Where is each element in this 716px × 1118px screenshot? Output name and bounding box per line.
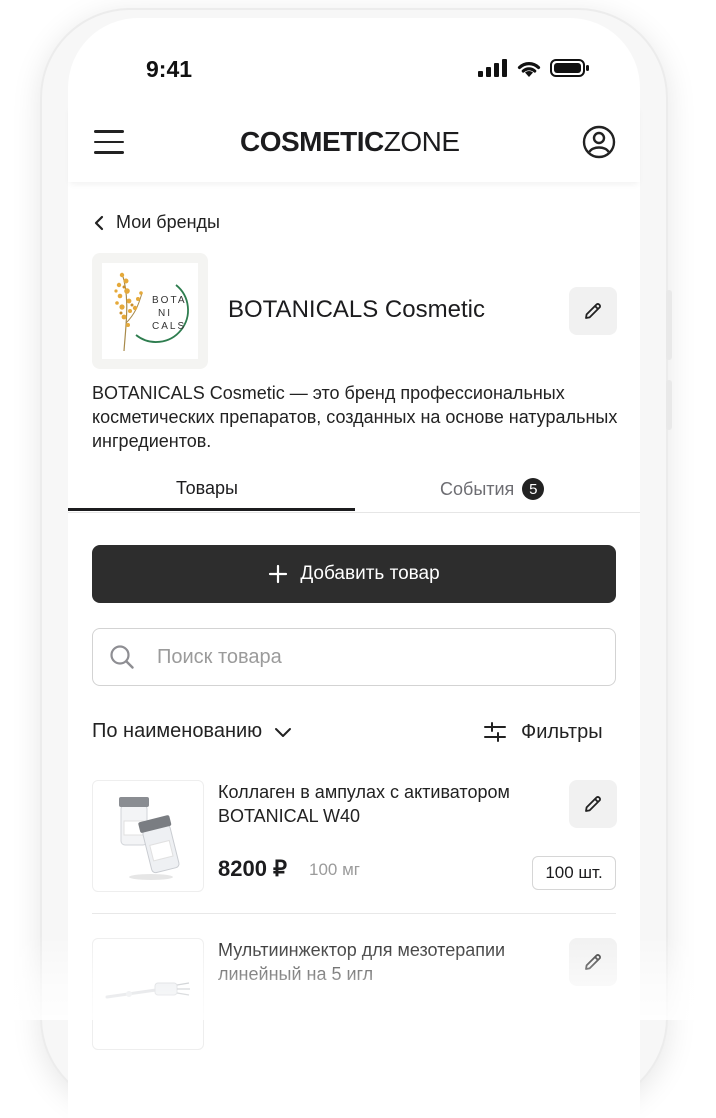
tab-events-label: События bbox=[440, 478, 515, 499]
product-divider bbox=[92, 913, 616, 914]
product-name: Мультиинжектор для мезотерапии линейный … bbox=[218, 940, 506, 984]
product-item[interactable]: Коллаген в ампулах с активатором BOTANIC… bbox=[92, 780, 616, 892]
profile-icon[interactable] bbox=[582, 125, 616, 159]
logo-bold-text: COSMETIC bbox=[240, 126, 384, 157]
search-icon bbox=[110, 645, 134, 669]
chevron-down-icon bbox=[275, 727, 292, 737]
events-count-badge: 5 bbox=[522, 478, 545, 500]
ampoule-vials-image bbox=[119, 797, 180, 880]
pencil-icon bbox=[585, 303, 601, 319]
product-item[interactable]: Мультиинжектор для мезотерапии линейный … bbox=[92, 938, 616, 1050]
back-link-label: Мои бренды bbox=[116, 212, 220, 232]
tab-events[interactable]: События 5 bbox=[440, 478, 545, 500]
brand-logo-line-2: NI bbox=[158, 308, 172, 319]
sliders-icon bbox=[484, 722, 506, 742]
search-input[interactable] bbox=[155, 644, 579, 670]
multi-injector-image bbox=[105, 982, 190, 999]
phone-side-button bbox=[666, 290, 672, 360]
edit-product-button[interactable] bbox=[569, 780, 617, 828]
phone-side-button bbox=[666, 380, 672, 430]
plus-icon bbox=[269, 564, 288, 584]
add-product-button[interactable]: Добавить товар bbox=[92, 545, 616, 603]
edit-brand-button[interactable] bbox=[569, 287, 617, 335]
add-product-label: Добавить товар bbox=[300, 563, 440, 584]
filters-label: Фильтры bbox=[521, 720, 603, 743]
app-header: COSMETICZONE bbox=[68, 104, 640, 182]
chevron-left-icon bbox=[94, 215, 104, 230]
tab-products[interactable]: Товары bbox=[176, 478, 238, 499]
menu-icon[interactable] bbox=[94, 130, 124, 154]
pencil-icon bbox=[585, 796, 601, 812]
status-time: 9:41 bbox=[146, 56, 193, 82]
brand-description: BOTANICALS Cosmetic — это бренд професси… bbox=[92, 383, 618, 451]
brand-logo-line-3: CALS bbox=[152, 321, 186, 332]
brand-logo-image: BOTA NI CALS bbox=[102, 263, 198, 359]
active-tab-indicator bbox=[68, 508, 355, 511]
brand-logo-line-1: BOTA bbox=[152, 295, 186, 306]
sort-label: По наименованию bbox=[92, 720, 263, 742]
product-price: 8200 ₽ bbox=[218, 856, 288, 881]
edit-product-button[interactable] bbox=[569, 938, 617, 986]
product-name: Коллаген в ампулах с активатором BOTANIC… bbox=[218, 782, 510, 826]
pencil-icon bbox=[585, 954, 601, 970]
app-logo[interactable]: COSMETICZONE bbox=[240, 126, 460, 158]
battery-icon bbox=[550, 59, 589, 77]
status-icons bbox=[478, 58, 590, 78]
back-link[interactable]: Мои бренды bbox=[94, 212, 220, 233]
product-quantity: 100 шт. bbox=[532, 856, 616, 890]
sort-dropdown[interactable]: По наименованию bbox=[92, 720, 292, 743]
brand-logo: BOTA NI CALS bbox=[92, 253, 208, 369]
product-image bbox=[92, 938, 204, 1050]
filters-button[interactable]: Фильтры bbox=[483, 720, 603, 744]
brand-name: BOTANICALS Cosmetic bbox=[228, 296, 485, 323]
tab-products-label: Товары bbox=[176, 478, 238, 498]
logo-light-text: ZONE bbox=[383, 126, 460, 157]
product-image bbox=[92, 780, 204, 892]
wifi-icon bbox=[517, 61, 541, 77]
search-box bbox=[92, 628, 616, 686]
tab-bar: Товары События 5 bbox=[68, 466, 640, 513]
cellular-signal-icon bbox=[478, 59, 507, 77]
product-unit: 100 мг bbox=[309, 860, 360, 879]
